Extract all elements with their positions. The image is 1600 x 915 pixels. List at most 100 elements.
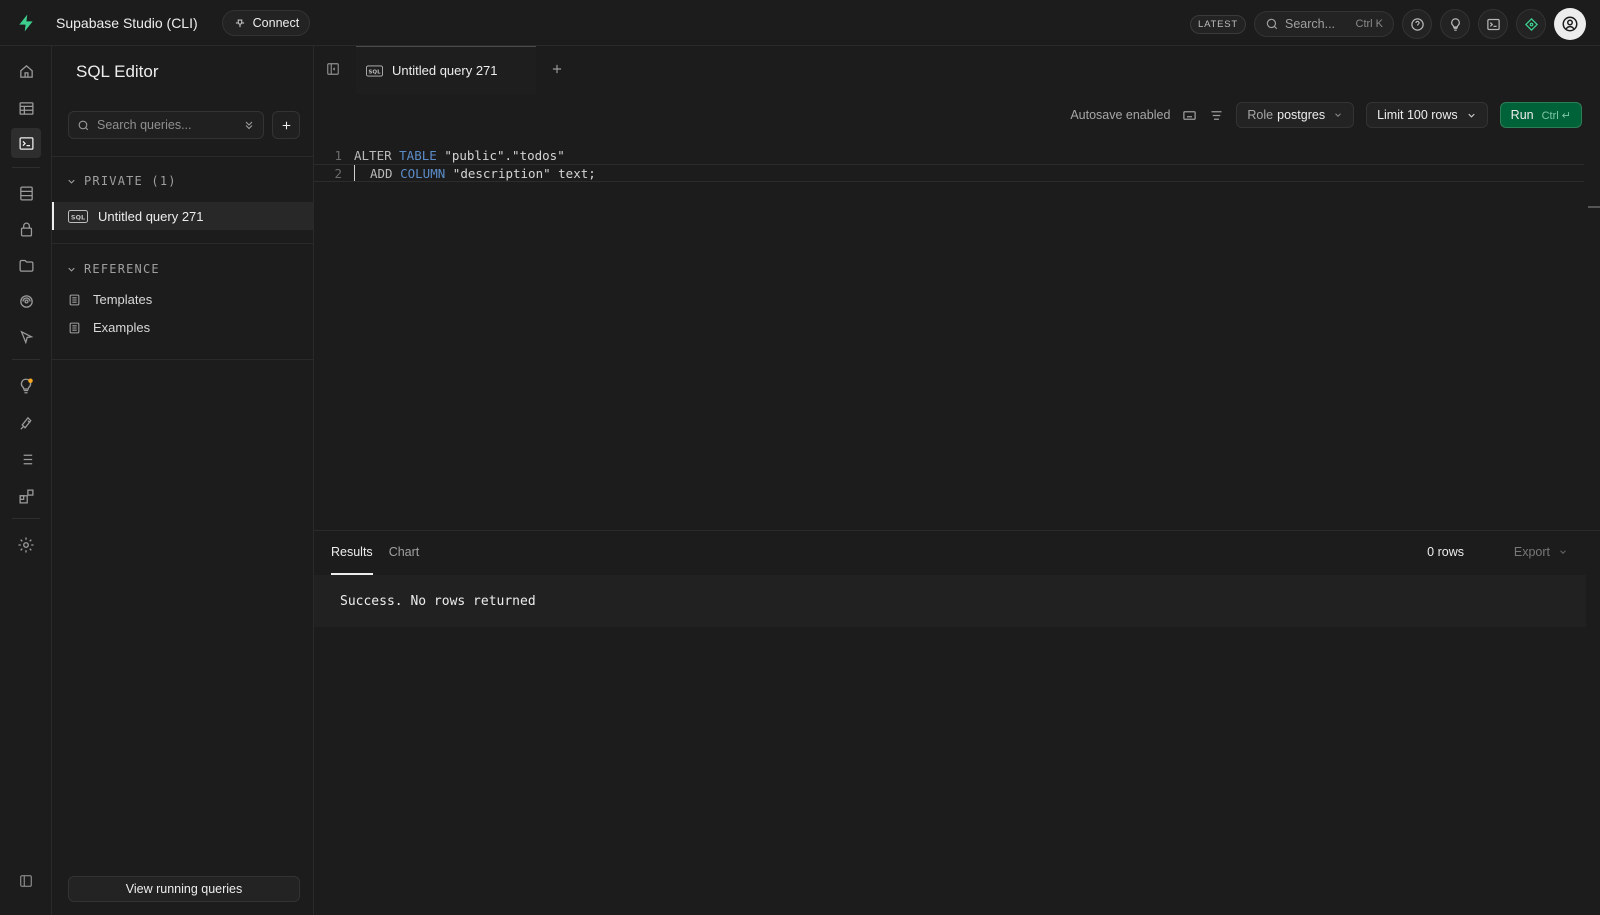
reference-section-header[interactable]: REFERENCE [66,262,160,276]
sql-editor-icon[interactable] [11,128,41,158]
storage-icon[interactable] [14,253,38,277]
table-editor-icon[interactable] [14,96,38,120]
advisor-button[interactable] [1440,9,1470,39]
reports-icon[interactable] [14,411,38,435]
run-query-button[interactable]: Run Ctrl ↵ [1499,102,1582,128]
terminal-icon [1486,17,1501,32]
plug-icon [233,16,247,30]
auth-lock-icon[interactable] [14,217,38,241]
sql-code-editor[interactable]: 1 ALTER TABLE "public"."todos" 2 ADD COL… [314,140,1600,576]
top-bar: Supabase Studio (CLI) Connect LATEST Sea… [0,0,1600,46]
user-avatar[interactable] [1554,8,1586,40]
private-header-label: PRIVATE (1) [84,174,177,188]
autosave-status: Autosave enabled [1070,108,1171,122]
results-tabs: Results Chart [331,531,419,575]
code-text: "description" text; [445,165,596,181]
query-tab-bar: SQL Untitled query 271 [314,46,1600,94]
chevron-down-icon [1558,547,1568,557]
assistant-button[interactable] [1516,9,1546,39]
run-label: Run [1510,108,1534,122]
code-line: 1 ALTER TABLE "public"."todos" [314,146,1584,164]
tab-chart[interactable]: Chart [389,531,420,575]
code-line-current: 2 ADD COLUMN "description" text; [314,164,1584,182]
settings-icon[interactable] [14,533,38,557]
home-icon[interactable] [14,59,38,83]
document-icon [68,293,81,307]
export-label: Export [1513,545,1550,559]
plus-icon [280,119,293,132]
export-button[interactable]: Export [1514,545,1568,559]
sidebar-divider [52,243,314,244]
chevron-down-icon [66,264,77,275]
chevron-down-icon [1466,110,1477,121]
realtime-icon[interactable] [14,289,38,313]
role-select[interactable]: Role postgres [1236,102,1355,128]
tab-label: Untitled query 271 [392,63,498,78]
top-right-controls: LATEST Search... Ctrl K [1190,8,1586,40]
code-keyword: ADD [370,165,401,181]
search-shortcut: Ctrl K [1355,18,1384,30]
rail-divider [12,518,40,519]
format-align-icon[interactable] [1209,108,1224,123]
search-queries-placeholder: Search queries... [97,118,192,132]
private-section-header[interactable]: PRIVATE (1) [66,174,177,188]
user-circle-icon [1561,15,1579,33]
code-keyword: ALTER [354,147,400,163]
rail-divider [12,359,40,360]
version-badge: LATEST [1190,14,1246,34]
rail-divider [12,167,40,168]
logs-icon[interactable] [14,447,38,471]
collapse-sidebar-icon[interactable] [14,869,38,893]
lightbulb-icon [1448,17,1463,32]
sidebar-divider [52,156,314,157]
integrations-icon[interactable] [14,484,38,508]
query-list-item[interactable]: SQL Untitled query 271 [52,202,313,230]
reference-item-examples[interactable]: Examples [68,320,150,335]
terminal-button[interactable] [1478,9,1508,39]
limit-rows-select[interactable]: Limit 100 rows [1366,102,1488,128]
run-shortcut: Ctrl ↵ [1541,109,1571,122]
sql-file-icon: SQL [366,64,383,77]
editor-toolbar: Autosave enabled Role postgres Limit 100… [1070,102,1582,128]
edge-functions-icon[interactable] [14,325,38,349]
line-number: 2 [334,165,342,181]
reference-item-label: Examples [93,320,151,335]
code-text: "public"."todos" [436,147,565,163]
editor-scrollbar[interactable] [1588,206,1600,208]
sort-chevrons-icon[interactable] [243,119,255,131]
search-icon [1265,17,1279,31]
limit-label: Limit 100 rows [1377,108,1458,122]
sidebar-divider [52,359,314,360]
sql-file-icon: SQL [68,209,88,223]
help-button[interactable] [1402,9,1432,39]
code-keyword: COLUMN [400,165,446,181]
svg-text:SQL: SQL [368,69,381,75]
results-panel: Results Chart 0 rows Export Success. No … [314,530,1600,915]
connect-button[interactable]: Connect [221,9,311,36]
app-title[interactable]: Supabase Studio (CLI) [56,15,198,31]
svg-text:SQL: SQL [71,213,85,221]
code-keyword: TABLE [399,147,437,163]
global-search-placeholder: Search... [1285,17,1336,31]
main-nav-rail [0,46,52,915]
database-icon[interactable] [14,181,38,205]
supabase-logo-icon[interactable] [0,13,52,33]
result-message: Success. No rows returned [314,575,1586,627]
tab-results[interactable]: Results [331,531,373,575]
sidebar-title: SQL Editor [76,62,159,81]
add-tab-icon[interactable] [550,62,564,76]
new-query-button[interactable] [272,111,300,139]
help-circle-icon [1410,17,1425,32]
view-running-queries-button[interactable]: View running queries [68,876,300,902]
reference-header-label: REFERENCE [84,262,160,276]
reference-item-templates[interactable]: Templates [68,292,152,307]
tab-untitled-query[interactable]: SQL Untitled query 271 [356,46,536,94]
role-prefix: Role [1247,108,1274,122]
global-search-button[interactable]: Search... Ctrl K [1254,11,1394,37]
toggle-panel-icon[interactable] [326,62,340,76]
advisors-icon[interactable] [14,374,38,398]
search-queries-input[interactable]: Search queries... [68,111,264,139]
editor-main: SQL Untitled query 271 Autosave enabled … [314,46,1600,915]
query-item-label: Untitled query 271 [98,208,204,224]
keyboard-icon[interactable] [1182,108,1197,123]
